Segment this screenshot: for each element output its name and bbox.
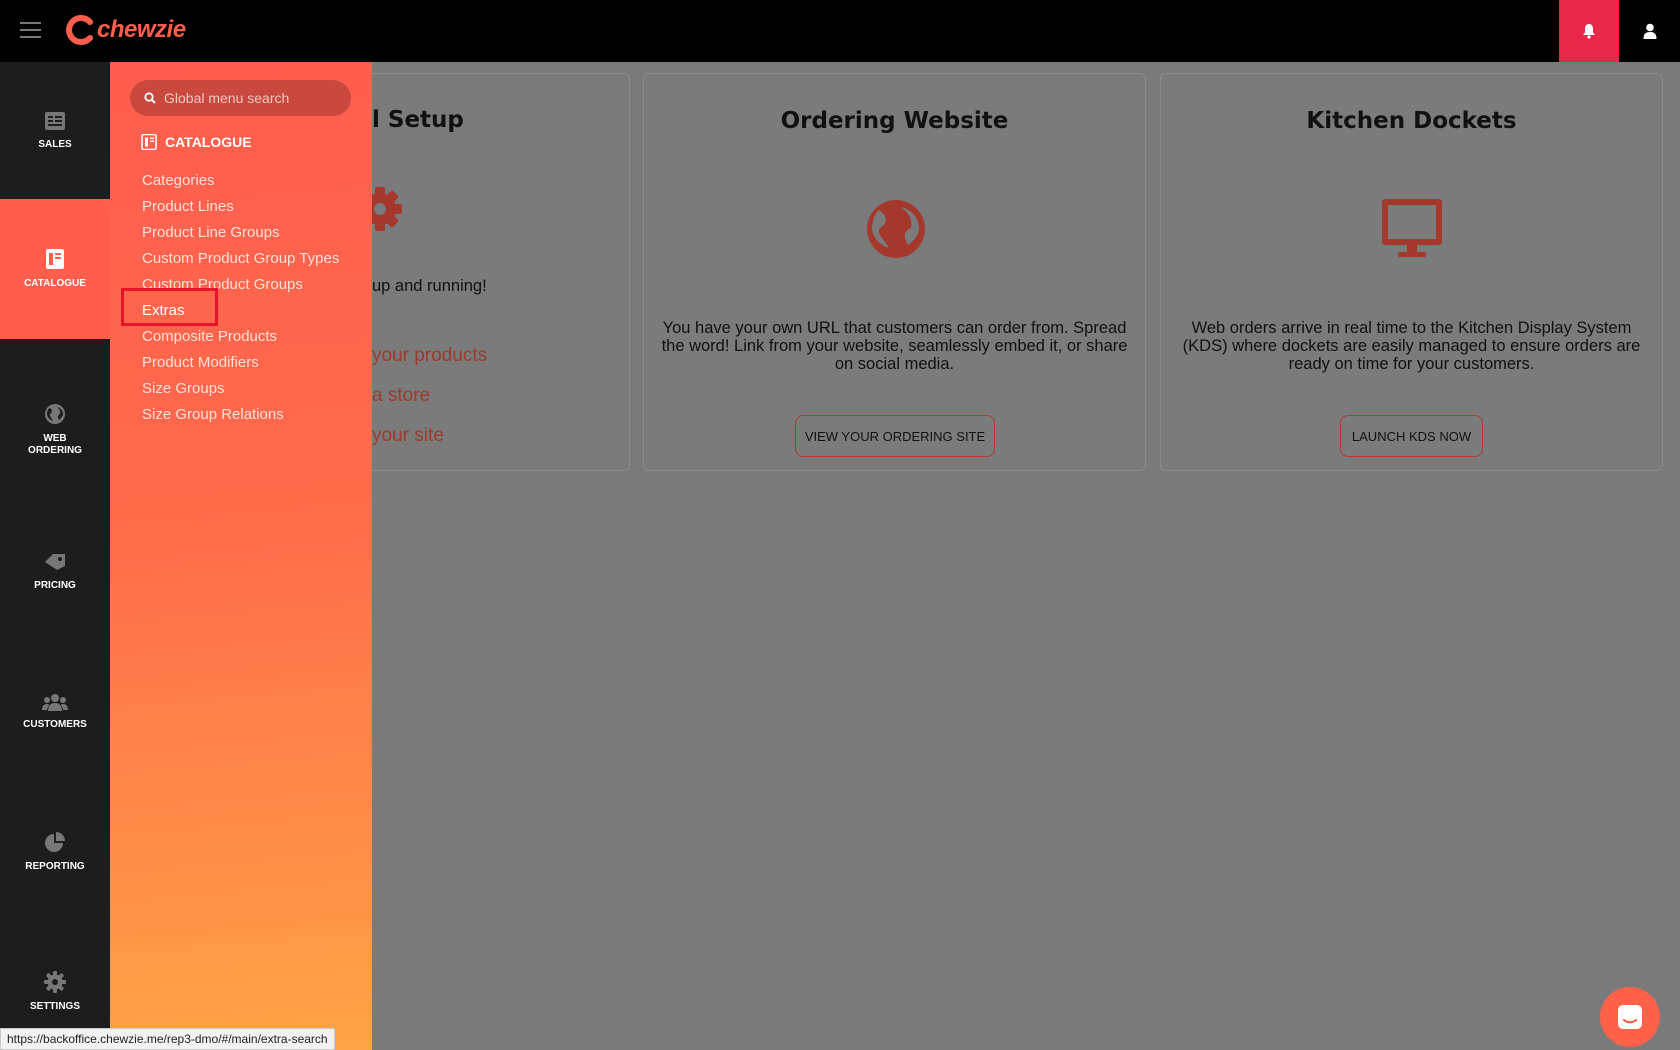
nav-item-catalogue[interactable]: CATALOGUE <box>0 199 110 339</box>
nav-item-web-ordering[interactable]: WEB ORDERING <box>0 390 110 470</box>
user-icon <box>1643 23 1656 39</box>
menu-item-categories[interactable]: Categories <box>142 168 339 194</box>
notifications-button[interactable] <box>1559 0 1619 62</box>
status-bar-url: https://backoffice.chewzie.me/rep3-dmo/#… <box>0 1028 335 1050</box>
kitchen-dockets-description: Web orders arrive in real time to the Ki… <box>1182 319 1641 373</box>
ordering-website-card: Ordering Website You have your own URL t… <box>643 73 1146 471</box>
nav-item-reporting[interactable]: REPORTING <box>0 812 110 892</box>
monitor-icon <box>1382 199 1442 257</box>
hamburger-icon[interactable] <box>20 22 41 38</box>
nav-label-pricing: PRICING <box>34 580 76 591</box>
ordering-website-title: Ordering Website <box>780 108 1009 134</box>
logo-mark-icon <box>66 15 93 45</box>
nav-label-reporting: REPORTING <box>25 861 85 872</box>
catalogue-icon <box>141 134 157 150</box>
globe-icon <box>45 404 65 424</box>
menu-item-size-group-relations[interactable]: Size Group Relations <box>142 402 339 428</box>
globe-icon <box>867 200 925 258</box>
getting-started-text: up and running! <box>372 277 487 295</box>
main-sidebar: SALES CATALOGUE WEB ORDERING PRICING CUS… <box>0 62 110 1050</box>
launch-kds-button[interactable]: LAUNCH KDS NOW <box>1340 415 1483 457</box>
nav-label-catalogue: CATALOGUE <box>24 278 86 289</box>
top-bar: chewzie <box>0 0 1680 62</box>
kitchen-dockets-title: Kitchen Dockets <box>1306 108 1517 134</box>
add-products-link[interactable]: your products <box>372 345 487 367</box>
menu-item-composite-products[interactable]: Composite Products <box>142 324 339 350</box>
ordering-website-description: You have your own URL that customers can… <box>661 319 1128 373</box>
nav-item-customers[interactable]: CUSTOMERS <box>0 672 110 752</box>
search-icon <box>144 92 156 104</box>
users-icon <box>42 694 68 711</box>
receipt-icon <box>45 111 65 130</box>
price-tag-icon <box>45 554 65 570</box>
catalogue-flyout-menu: CATALOGUE Categories Product Lines Produ… <box>110 62 372 1050</box>
menu-item-product-lines[interactable]: Product Lines <box>142 194 339 220</box>
nav-item-pricing[interactable]: PRICING <box>0 532 110 612</box>
nav-label-sales: SALES <box>38 138 72 150</box>
bell-icon <box>1583 24 1595 39</box>
menu-item-product-line-groups[interactable]: Product Line Groups <box>142 220 339 246</box>
catalogue-icon <box>46 249 64 269</box>
getting-started-title: l Setup <box>372 107 464 133</box>
setup-store-link[interactable]: a store <box>372 385 430 407</box>
gear-icon <box>44 971 66 993</box>
catalogue-section-heading: CATALOGUE <box>141 134 252 150</box>
global-menu-search-input[interactable] <box>164 90 344 106</box>
nav-label-web-ordering: WEB ORDERING <box>28 433 82 456</box>
extras-highlight-box <box>121 288 218 326</box>
menu-item-product-modifiers[interactable]: Product Modifiers <box>142 350 339 376</box>
chat-launcher-button[interactable] <box>1600 987 1660 1047</box>
menu-item-size-groups[interactable]: Size Groups <box>142 376 339 402</box>
chewzie-logo[interactable]: chewzie <box>66 12 186 48</box>
user-menu-button[interactable] <box>1619 0 1680 62</box>
global-menu-search[interactable] <box>130 80 351 116</box>
nav-item-settings[interactable]: SETTINGS <box>0 952 110 1032</box>
view-ordering-site-button[interactable]: VIEW YOUR ORDERING SITE <box>795 415 995 457</box>
nav-label-settings: SETTINGS <box>29 1001 80 1012</box>
chat-icon <box>1618 1005 1642 1029</box>
catalogue-section-title: CATALOGUE <box>165 134 252 150</box>
nav-label-customers: CUSTOMERS <box>23 719 87 730</box>
logo-text: chewzie <box>97 16 186 43</box>
launch-site-link[interactable]: your site <box>372 425 444 447</box>
kitchen-dockets-card: Kitchen Dockets Web orders arrive in rea… <box>1160 73 1663 471</box>
menu-item-custom-product-group-types[interactable]: Custom Product Group Types <box>142 246 339 272</box>
pie-chart-icon <box>45 832 65 852</box>
nav-item-sales[interactable]: SALES <box>0 62 110 199</box>
